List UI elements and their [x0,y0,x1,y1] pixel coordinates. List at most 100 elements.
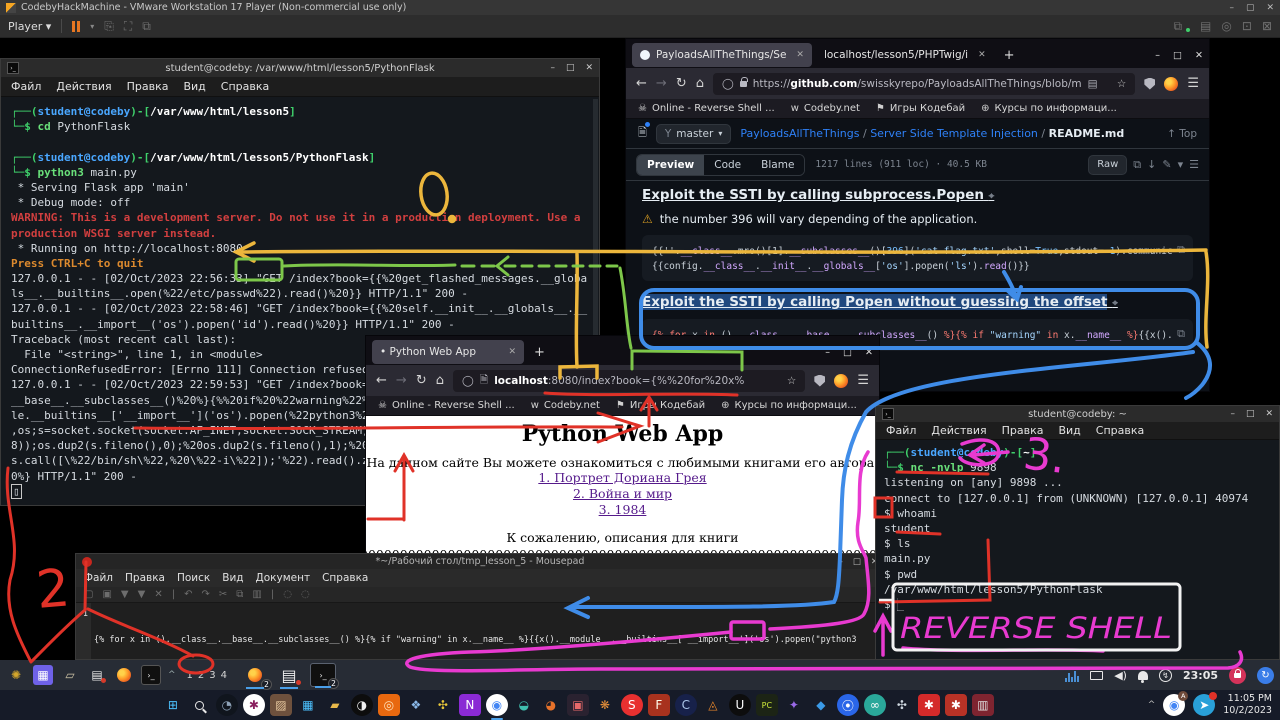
top-link[interactable]: ↑ Top [1167,128,1197,140]
orange-app-icon[interactable]: ◎ [378,694,400,716]
menu-item[interactable]: Действия [56,80,111,93]
ssti-subprocess-heading[interactable]: Exploit the SSTI by calling subprocess.P… [642,187,1193,203]
home-button[interactable]: ⌂ [436,373,444,388]
menu-item[interactable]: Справка [221,80,269,93]
pycharm-icon[interactable]: PC [756,694,778,716]
vmware-close-button[interactable]: ✕ [1266,3,1274,13]
menu-item[interactable]: Файл [11,80,41,93]
close-button[interactable]: ✕ [865,347,873,358]
bookmark-star-icon[interactable]: ☆ [787,375,796,387]
tab-close-icon[interactable]: ✕ [978,50,986,60]
reader-icon[interactable]: ▤ [1088,78,1098,90]
workspace-1[interactable]: 1 [187,670,193,681]
copy-code-icon[interactable]: ⧉ [1177,241,1185,258]
blender-icon[interactable]: ◬ [702,694,724,716]
new-file-icon[interactable]: ▢ [84,589,93,600]
anchor-link-icon[interactable]: ⌖ [1112,298,1118,309]
breadcrumb-dir[interactable]: Server Side Template Injection [870,127,1038,140]
edit-pencil-icon[interactable]: ✎ [1162,158,1171,171]
copy-icon[interactable]: ⧉ [1133,158,1141,172]
chrome-tray-icon[interactable]: ◉A [1163,694,1185,716]
workspace-2[interactable]: 2 [198,670,204,681]
close-doc-icon[interactable]: ✕ [154,589,162,600]
screen-lock-icon[interactable] [1229,667,1246,684]
telegram-icon[interactable]: ➤ [1193,694,1215,716]
back-button[interactable]: ← [376,373,387,388]
cpu-graph-icon[interactable] [1065,669,1079,682]
workspace-3[interactable]: 3 [209,670,215,681]
cinema4d-icon[interactable]: C [675,694,697,716]
new-tab-button[interactable]: + [998,48,1021,63]
download-icon[interactable]: ↓ [1147,158,1156,171]
workspace-4[interactable]: 4 [221,670,227,681]
bookmark-star-icon[interactable]: ☆ [1117,78,1126,90]
player-menu[interactable]: Player ▾ [8,20,51,33]
windows-clock[interactable]: 11:05 PM 10/2/2023 [1223,693,1272,717]
forward-button[interactable]: → [656,76,667,91]
sync-icon[interactable]: ↻ [1257,667,1274,684]
display-icon[interactable] [1090,671,1103,680]
anchor-link-icon[interactable]: ⌖ [989,191,995,202]
raw-button[interactable]: Raw [1088,155,1127,175]
bookmark-igry-kodebay[interactable]: ⚑Игры Кодебай [876,103,965,114]
menu-item[interactable]: Файл [886,424,916,437]
forward-button[interactable]: → [396,373,407,388]
minimize-button[interactable]: – [550,63,555,73]
vmware-maximize-button[interactable]: ▢ [1246,3,1255,13]
volume-icon[interactable]: ◀) [1114,669,1127,682]
vm-clock[interactable]: 23:05 [1183,669,1218,682]
tab-payloadsallthethings[interactable]: PayloadsAllTheThings/Se✕ [632,43,812,67]
terminal-window-icon[interactable]: ›_2 [310,663,336,687]
shazam-icon[interactable]: S [621,694,643,716]
terminal-icon[interactable]: ›_ [141,665,161,685]
media-app-icon[interactable]: ▥ [972,694,994,716]
cd-icon[interactable]: ◎ [1221,19,1231,33]
mousepad-window-icon[interactable]: ▤ [276,663,302,687]
tab-preview[interactable]: Preview [637,155,704,175]
photos-icon[interactable]: ▨ [270,694,292,716]
menu-item[interactable]: Поиск [177,572,210,584]
extension-shield-icon[interactable] [1144,78,1155,90]
edit-dropdown-icon[interactable]: ▾ [1178,158,1184,171]
close-button[interactable]: ✕ [1265,409,1273,419]
menu-item[interactable]: Документ [256,572,311,584]
onenote-icon[interactable]: N [459,694,481,716]
url-bar[interactable]: ◯ https://github.com/swisskyrepo/Payload… [713,73,1135,95]
tab-code[interactable]: Code [704,155,751,175]
menu-hamburger-icon[interactable]: ☰ [1187,76,1199,91]
url-bar[interactable]: ◯ 🗎 localhost:8080/index?book={%%20for%2… [453,370,805,392]
power-manager-icon[interactable]: ↯ [1159,669,1172,682]
menu-item[interactable]: Справка [1096,424,1144,437]
reload-button[interactable]: ↻ [416,373,427,388]
obsidian-icon[interactable]: ◑ [351,694,373,716]
bookmark-codeby-net[interactable]: wCodeby.net [791,103,860,114]
search-icon[interactable] [189,694,211,716]
home-button[interactable]: ⌂ [696,76,704,91]
maximize-button[interactable]: □ [566,63,575,73]
book-link[interactable]: 3. 1984 [366,502,879,518]
tray-chevron-icon[interactable]: ^ [1148,700,1156,710]
file-explorer-icon[interactable]: ▰ [324,694,346,716]
tab-python-web-app[interactable]: • Python Web App✕ [372,340,524,364]
terminal2-titlebar[interactable]: ›_ student@codeby: ~ – □ ✕ [876,406,1279,422]
permissions-icon[interactable]: ◯ [462,375,474,387]
save-as-icon[interactable]: ▼ [138,589,146,600]
fl-studio-icon[interactable]: ❋ [594,694,616,716]
calendar-icon[interactable]: ▦ [297,694,319,716]
tab-close-icon[interactable]: ✕ [508,347,516,357]
menu-item[interactable]: Правка [127,80,169,93]
bookmark-online-reverse-shell[interactable]: ☠Online - Reverse Shell ... [638,103,775,114]
resolve-icon[interactable]: ▣ [567,694,589,716]
reload-button[interactable]: ↻ [676,76,687,91]
visual-studio-icon[interactable]: ✦ [783,694,805,716]
red-gear-2-icon[interactable]: ✱ [945,694,967,716]
unreal-icon[interactable]: U [729,694,751,716]
copy-code-icon[interactable]: ⧉ [1177,325,1185,342]
outline-icon[interactable]: ☰ [1189,158,1199,171]
yellow-arrows-icon[interactable]: ✣ [432,694,454,716]
bookmark-kursy[interactable]: ⊕Курсы по информаци... [981,103,1117,114]
ssti-popen-heading[interactable]: Exploit the SSTI by calling Popen withou… [642,294,1193,310]
book-link[interactable]: 2. Война и мир [366,486,879,502]
menu-item[interactable]: Вид [222,572,243,584]
workspace-pager[interactable]: 1234 [187,670,228,681]
